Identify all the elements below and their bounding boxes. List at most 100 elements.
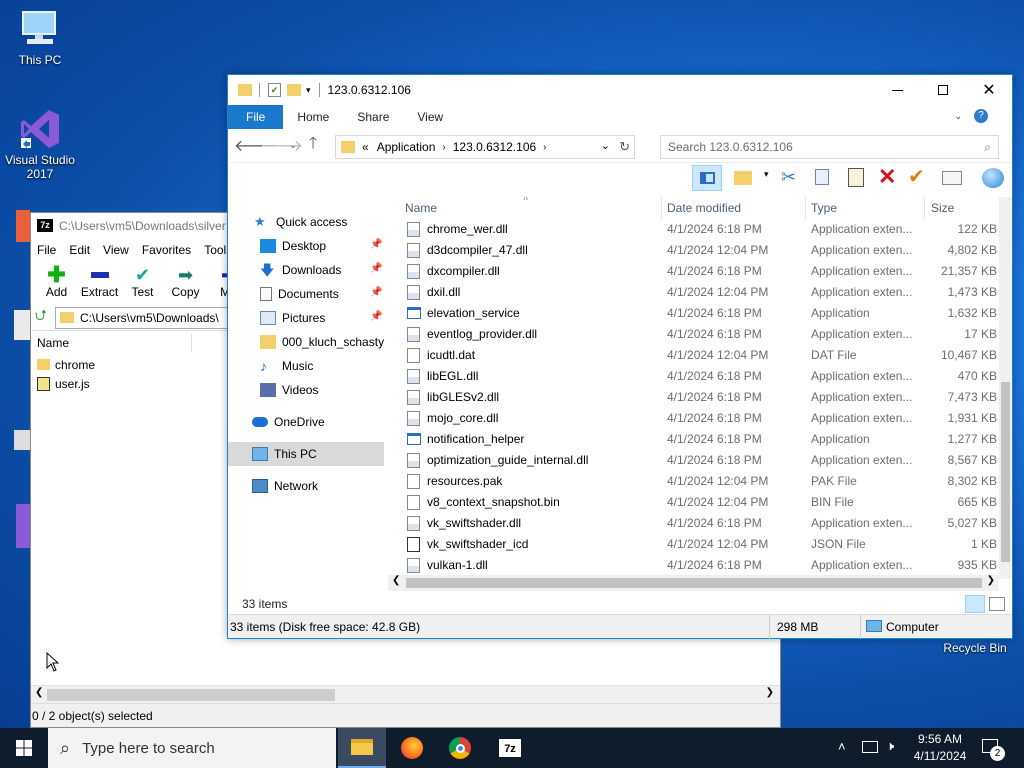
- desktop-icon-partial[interactable]: [16, 504, 30, 548]
- minimize-button[interactable]: [874, 75, 920, 105]
- chevron-down-icon[interactable]: ▾: [306, 85, 311, 96]
- properties-icon[interactable]: [942, 171, 962, 185]
- extract-button[interactable]: Extract: [78, 261, 121, 305]
- copy-icon[interactable]: [815, 169, 829, 185]
- rename-check-icon[interactable]: ✔: [908, 164, 925, 189]
- desktop-icon-partial[interactable]: [16, 210, 30, 242]
- tab-home[interactable]: Home: [283, 105, 343, 129]
- maximize-button[interactable]: [920, 75, 966, 105]
- type-column-header[interactable]: Type: [811, 201, 837, 215]
- file-row[interactable]: elevation_service 4/1/2024 6:18 PM Applica…: [399, 303, 999, 324]
- menu-file[interactable]: File: [37, 243, 56, 257]
- details-view-button[interactable]: [965, 595, 985, 613]
- vertical-scrollbar[interactable]: [999, 197, 1012, 579]
- expand-ribbon-icon[interactable]: ⌄: [954, 111, 962, 122]
- file-row[interactable]: notification_helper 4/1/2024 6:18 PM Appli…: [399, 429, 999, 450]
- desktop-icon-partial[interactable]: [14, 430, 30, 450]
- breadcrumb-overflow[interactable]: «: [362, 140, 369, 154]
- file-row[interactable]: eventlog_provider.dll 4/1/2024 6:18 PM App…: [399, 324, 999, 345]
- refresh-icon[interactable]: ↻: [619, 139, 630, 155]
- folder-options-icon[interactable]: [734, 171, 752, 185]
- file-row[interactable]: dxil.dll 4/1/2024 12:04 PM Application ext…: [399, 282, 999, 303]
- delete-icon[interactable]: ✕: [878, 164, 896, 190]
- chevron-up-icon[interactable]: ˄: [838, 739, 846, 754]
- desktop-icon-this-pc[interactable]: This PC: [0, 8, 80, 67]
- scroll-right-icon[interactable]: ❯: [987, 575, 995, 586]
- explorer-title-bar[interactable]: ✔ ▾ 123.0.6312.106 ✕: [228, 75, 1012, 105]
- cut-icon[interactable]: ✂: [781, 167, 796, 188]
- tab-view[interactable]: View: [403, 105, 457, 129]
- file-row[interactable]: vk_swiftshader.dll 4/1/2024 6:18 PM Applic…: [399, 513, 999, 534]
- name-column-header[interactable]: Name: [405, 201, 437, 215]
- tab-file[interactable]: File: [228, 105, 284, 129]
- paste-icon[interactable]: [848, 168, 864, 187]
- test-button[interactable]: ✔ Test: [121, 261, 164, 305]
- nav-documents[interactable]: Documents: [260, 283, 416, 305]
- share-globe-icon[interactable]: [982, 168, 1004, 188]
- breadcrumb-version[interactable]: 123.0.6312.106: [453, 140, 536, 154]
- file-row[interactable]: vulkan-1.dll 4/1/2024 6:18 PM Application …: [399, 555, 999, 576]
- taskbar-firefox[interactable]: [388, 728, 436, 768]
- file-row[interactable]: mojo_core.dll 4/1/2024 6:18 PM Application…: [399, 408, 999, 429]
- file-row[interactable]: libEGL.dll 4/1/2024 6:18 PM Application ex…: [399, 366, 999, 387]
- pin-icon[interactable]: 📌: [370, 287, 382, 298]
- file-row[interactable]: d3dcompiler_47.dll 4/1/2024 12:04 PM Appli…: [399, 240, 999, 261]
- pin-icon[interactable]: 📌: [370, 311, 382, 322]
- file-row[interactable]: v8_context_snapshot.bin 4/1/2024 12:04 PM…: [399, 492, 999, 513]
- desktop-icon-partial[interactable]: [14, 310, 30, 340]
- start-button[interactable]: [0, 728, 48, 768]
- help-icon[interactable]: ?: [974, 109, 988, 123]
- scrollbar-thumb[interactable]: [1001, 382, 1010, 562]
- scroll-left-icon[interactable]: ❮: [35, 687, 43, 698]
- pin-icon[interactable]: 📌: [370, 263, 382, 274]
- menu-favorites[interactable]: Favorites: [142, 243, 191, 257]
- recent-locations-icon[interactable]: ⌄: [286, 140, 300, 151]
- search-input[interactable]: Search 123.0.6312.106 ⌕: [660, 135, 999, 159]
- up-folder-icon[interactable]: ⮍: [35, 305, 47, 330]
- scrollbar-thumb[interactable]: [406, 578, 982, 588]
- new-folder-icon[interactable]: [287, 84, 301, 96]
- file-row[interactable]: dxcompiler.dll 4/1/2024 6:18 PM Applicatio…: [399, 261, 999, 282]
- breadcrumb-application[interactable]: Application: [377, 140, 436, 154]
- taskbar-file-explorer[interactable]: [338, 728, 386, 768]
- notifications-button[interactable]: 2: [978, 736, 1006, 761]
- nav-quick-access[interactable]: ★ Quick access: [254, 211, 410, 233]
- nav-onedrive[interactable]: OneDrive: [252, 411, 408, 433]
- close-button[interactable]: ✕: [966, 75, 1012, 105]
- taskbar-clock[interactable]: 9:56 AM 4/11/2024: [910, 731, 970, 765]
- nav-desktop[interactable]: Desktop: [260, 235, 416, 257]
- forward-button[interactable]: 🡒: [260, 135, 303, 156]
- network-icon[interactable]: [862, 741, 878, 753]
- scroll-left-icon[interactable]: ❮: [392, 575, 400, 586]
- taskbar-chrome[interactable]: [436, 728, 484, 768]
- size-column-header[interactable]: Size: [931, 201, 954, 215]
- file-row[interactable]: icudtl.dat 4/1/2024 12:04 PM DAT File 10,46…: [399, 345, 999, 366]
- name-column[interactable]: Name: [37, 334, 192, 352]
- add-button[interactable]: ✚ Add: [35, 261, 78, 305]
- nav-downloads[interactable]: 🡇 Downloads: [260, 259, 416, 281]
- chevron-down-icon[interactable]: ▾: [764, 169, 769, 180]
- file-row[interactable]: libGLESv2.dll 4/1/2024 6:18 PM Application…: [399, 387, 999, 408]
- file-row[interactable]: vk_swiftshader_icd 4/1/2024 12:04 PM JSON …: [399, 534, 999, 555]
- horizontal-scrollbar[interactable]: ❮ ❯: [388, 575, 999, 591]
- copy-button[interactable]: ➡ Copy: [164, 261, 207, 305]
- address-bar[interactable]: « Application › 123.0.6312.106 › ⌄ ↻: [335, 135, 635, 159]
- menu-edit[interactable]: Edit: [69, 243, 90, 257]
- pin-icon[interactable]: 📌: [370, 239, 382, 250]
- menu-view[interactable]: View: [103, 243, 129, 257]
- taskbar-7zip[interactable]: 7z: [486, 728, 534, 768]
- up-button[interactable]: 🡑: [300, 132, 326, 159]
- nav-network[interactable]: Network: [252, 475, 408, 497]
- tab-share[interactable]: Share: [343, 105, 403, 129]
- scrollbar-thumb[interactable]: [47, 689, 335, 701]
- file-row[interactable]: optimization_guide_internal.dll 4/1/2024 …: [399, 450, 999, 471]
- large-icons-view-button[interactable]: [989, 597, 1005, 611]
- properties-icon[interactable]: ✔: [268, 83, 281, 97]
- nav-videos[interactable]: Videos: [260, 379, 416, 401]
- nav-000-kluch-schastya[interactable]: 000_kluch_schastya: [260, 331, 384, 353]
- back-button[interactable]: 🡐: [234, 135, 277, 156]
- file-row[interactable]: chrome_wer.dll 4/1/2024 6:18 PM Applicatio…: [399, 219, 999, 240]
- date-column-header[interactable]: Date modified: [667, 201, 741, 215]
- scroll-right-icon[interactable]: ❯: [766, 687, 774, 698]
- nav-this-pc[interactable]: This PC: [228, 442, 384, 466]
